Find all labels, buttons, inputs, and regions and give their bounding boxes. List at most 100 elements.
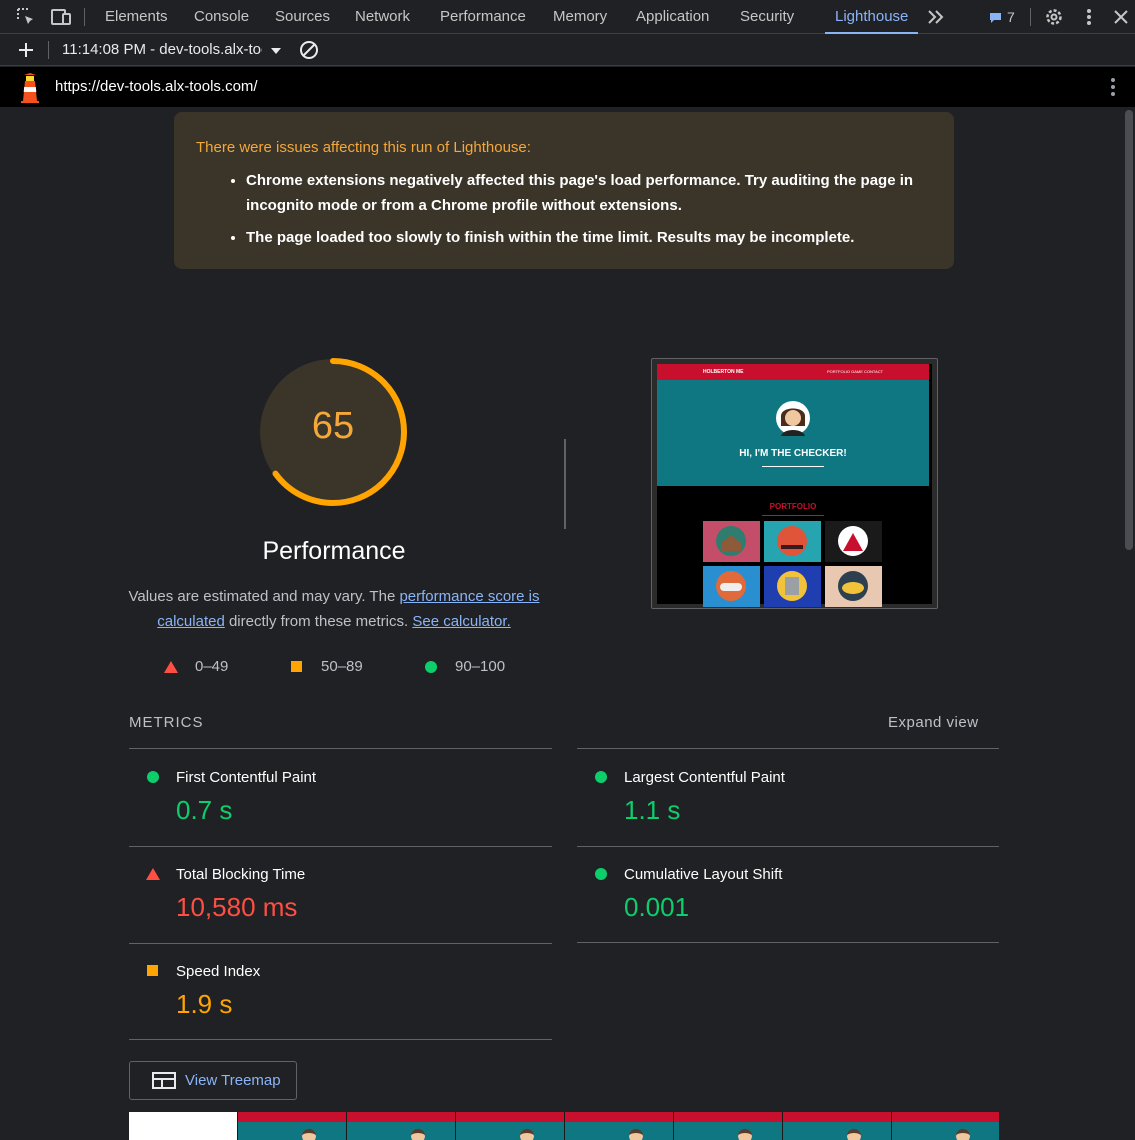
report-options-menu-icon[interactable] <box>1102 76 1124 103</box>
pass-circle-icon <box>595 868 607 880</box>
gauge-divider <box>564 439 566 529</box>
screenshot-header: HOLBERTON ME PORTFOLIO GAME CONTACT <box>657 364 929 380</box>
screenshot-nav: PORTFOLIO GAME CONTACT <box>827 369 884 374</box>
metric-lcp-value: 1.1 s <box>624 795 681 825</box>
category-title: Performance <box>262 537 406 565</box>
metric-tbt-value: 10,580 ms <box>176 892 298 922</box>
average-square-icon <box>291 661 302 672</box>
run-warnings-box: There were issues affecting this run of … <box>174 112 954 269</box>
fail-triangle-icon <box>146 868 160 880</box>
final-screenshot[interactable]: HOLBERTON ME PORTFOLIO GAME CONTACT HI, … <box>651 358 938 609</box>
pass-circle-icon <box>595 771 607 783</box>
metric-cls-name: Cumulative Layout Shift <box>624 866 783 883</box>
report-selector[interactable]: 11:14:08 PM - dev-tools.alx-tools.com <box>62 41 262 58</box>
metric-cls-value: 0.001 <box>624 892 690 922</box>
filmstrip-frame <box>129 1112 237 1140</box>
metric-tbt-name: Total Blocking Time <box>176 866 306 883</box>
metric-divider <box>129 846 552 847</box>
report-scrollbar-thumb[interactable] <box>1125 110 1133 550</box>
metric-divider <box>129 1039 552 1040</box>
customize-menu-icon[interactable] <box>1078 6 1100 28</box>
metric-si-name: Speed Index <box>176 963 261 980</box>
toolbar-divider <box>48 41 49 59</box>
report-url-bar: https://dev-tools.alx-tools.com/ <box>0 67 1135 107</box>
screenshot-hero-text: HI, I'M THE CHECKER! <box>739 448 847 459</box>
metric-divider <box>577 748 999 749</box>
devtools-tab-bar: Elements Console Sources Network Perform… <box>0 0 1135 34</box>
filmstrip-frame <box>238 1112 346 1140</box>
portfolio-tile-circus <box>825 521 882 562</box>
metrics-heading: METRICS <box>129 714 204 731</box>
performance-score-value: 65 <box>311 405 355 447</box>
metric-divider <box>129 943 552 944</box>
metric-divider <box>577 846 999 847</box>
see-calculator-link[interactable]: See calculator. <box>412 613 510 630</box>
tab-elements[interactable]: Elements <box>105 0 168 34</box>
metric-divider <box>577 942 999 943</box>
description-text: directly from these metrics. <box>224 613 413 630</box>
portfolio-tile-gamepad <box>703 566 760 607</box>
screenshot-filmstrip <box>129 1112 999 1140</box>
expand-view-toggle[interactable]: Expand view <box>888 714 979 731</box>
inspect-element-icon[interactable] <box>15 6 37 28</box>
score-description: Values are estimated and may vary. The p… <box>124 584 544 634</box>
lighthouse-logo-icon <box>18 73 42 108</box>
filmstrip-frame <box>456 1112 564 1140</box>
fail-triangle-icon <box>164 661 178 673</box>
new-report-plus-icon[interactable] <box>15 39 37 61</box>
portfolio-tile-food <box>764 521 821 562</box>
settings-gear-icon[interactable] <box>1043 6 1065 28</box>
legend-average-label: 50–89 <box>321 658 363 675</box>
filmstrip-frame <box>565 1112 673 1140</box>
screenshot-hero: HI, I'M THE CHECKER! <box>657 380 929 486</box>
warning-list: Chrome extensions negatively affected th… <box>246 168 936 257</box>
view-treemap-button[interactable]: View Treemap <box>129 1061 297 1100</box>
metric-lcp-name: Largest Contentful Paint <box>624 769 785 786</box>
tab-lighthouse[interactable]: Lighthouse <box>824 0 919 34</box>
tab-application[interactable]: Application <box>636 0 709 34</box>
legend-pass-label: 90–100 <box>455 658 506 675</box>
pass-circle-icon <box>147 771 159 783</box>
warning-item: Chrome extensions negatively affected th… <box>246 168 936 218</box>
warning-item: The page loaded too slowly to finish wit… <box>246 225 936 250</box>
report-dropdown-caret-icon[interactable] <box>270 44 282 62</box>
filmstrip-frame <box>347 1112 455 1140</box>
view-treemap-label: View Treemap <box>185 1072 281 1089</box>
more-tabs-chevron-icon[interactable] <box>925 6 947 28</box>
metric-si-value: 1.9 s <box>176 989 233 1019</box>
tab-network[interactable]: Network <box>355 0 410 34</box>
close-devtools-icon[interactable] <box>1110 6 1132 28</box>
filmstrip-frame <box>674 1112 782 1140</box>
tab-security[interactable]: Security <box>740 0 794 34</box>
screenshot-site-logo: HOLBERTON ME <box>703 369 744 375</box>
metric-divider <box>129 748 552 749</box>
tab-console[interactable]: Console <box>194 0 249 34</box>
warning-title: There were issues affecting this run of … <box>196 139 531 156</box>
treemap-icon <box>152 1071 178 1096</box>
issues-counter[interactable]: 7 <box>988 6 1028 28</box>
avatar-illustration <box>776 401 810 436</box>
pass-circle-icon <box>425 661 437 673</box>
audited-url[interactable]: https://dev-tools.alx-tools.com/ <box>55 78 258 95</box>
screenshot-page: HOLBERTON ME PORTFOLIO GAME CONTACT HI, … <box>657 364 932 607</box>
lighthouse-toolbar: 11:14:08 PM - dev-tools.alx-tools.com <box>0 34 1135 66</box>
screenshot-portfolio-title: PORTFOLIO <box>769 502 817 511</box>
filmstrip-frame <box>892 1112 999 1140</box>
lighthouse-report: There were issues affecting this run of … <box>0 107 1135 1140</box>
tab-sources[interactable]: Sources <box>275 0 330 34</box>
toolbar-divider <box>1030 8 1031 26</box>
filmstrip-frame <box>783 1112 891 1140</box>
portfolio-tile-cabin <box>703 521 760 562</box>
description-text: Values are estimated and may vary. The <box>128 588 400 605</box>
tab-memory[interactable]: Memory <box>553 0 607 34</box>
portfolio-tile-safe <box>764 566 821 607</box>
device-toolbar-icon[interactable] <box>50 6 72 28</box>
issues-count: 7 <box>1007 9 1015 25</box>
hero-divider <box>762 466 824 467</box>
metric-fcp-value: 0.7 s <box>176 795 233 825</box>
portfolio-tile-submarine <box>825 566 882 607</box>
portfolio-divider <box>762 515 824 516</box>
legend-fail-label: 0–49 <box>195 658 229 675</box>
clear-reports-icon[interactable] <box>298 39 320 61</box>
tab-performance[interactable]: Performance <box>440 0 526 34</box>
